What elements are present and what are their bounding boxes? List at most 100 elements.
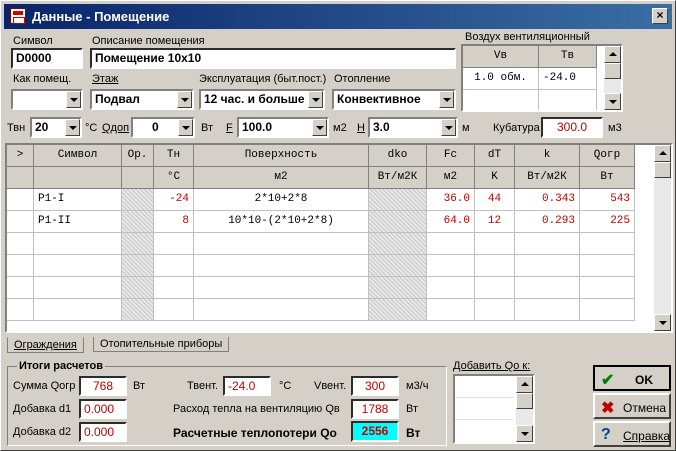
- table-cell[interactable]: [580, 277, 635, 299]
- table-cell[interactable]: [154, 233, 194, 255]
- chevron-down-icon[interactable]: [177, 91, 192, 108]
- tvn-select[interactable]: 20: [30, 117, 82, 138]
- table-cell[interactable]: [7, 211, 34, 233]
- column-header[interactable]: dko: [369, 145, 427, 167]
- table-cell[interactable]: [34, 233, 122, 255]
- scroll-up-icon[interactable]: [516, 376, 533, 393]
- symbol-input[interactable]: D0000: [11, 48, 83, 69]
- table-cell[interactable]: 0.293: [515, 211, 580, 233]
- table-cell[interactable]: [7, 189, 34, 211]
- table-cell[interactable]: [154, 299, 194, 321]
- list-item[interactable]: [455, 398, 513, 420]
- table-cell[interactable]: [154, 255, 194, 277]
- table-cell[interactable]: [7, 233, 34, 255]
- table-cell[interactable]: [34, 299, 122, 321]
- scroll-thumb[interactable]: [516, 393, 533, 409]
- tv-cell[interactable]: -24.0: [539, 68, 597, 90]
- d1-input[interactable]: 0.000: [79, 399, 127, 419]
- scroll-up-icon[interactable]: [604, 46, 621, 63]
- table-cell[interactable]: [34, 277, 122, 299]
- table-cell[interactable]: [7, 277, 34, 299]
- column-header[interactable]: Поверхность: [194, 145, 369, 167]
- table-cell[interactable]: P1-II: [34, 211, 122, 233]
- ventilation-scrollbar[interactable]: [604, 46, 621, 110]
- scroll-up-icon[interactable]: [654, 145, 671, 162]
- table-cell[interactable]: [515, 233, 580, 255]
- ok-button[interactable]: ✔ OK: [593, 365, 671, 391]
- tab-heating-devices[interactable]: Отопительные приборы: [93, 337, 230, 352]
- table-cell[interactable]: [475, 255, 515, 277]
- scroll-thumb[interactable]: [654, 162, 671, 178]
- h-select[interactable]: 3.0: [368, 117, 458, 138]
- table-cell[interactable]: 12: [475, 211, 515, 233]
- table-cell[interactable]: [194, 233, 369, 255]
- column-header[interactable]: Тн: [154, 145, 194, 167]
- chevron-down-icon[interactable]: [308, 91, 323, 108]
- column-header[interactable]: dT: [475, 145, 515, 167]
- f-select[interactable]: 100.0: [237, 117, 329, 138]
- table-cell[interactable]: [34, 255, 122, 277]
- d2-input[interactable]: 0.000: [79, 422, 127, 442]
- table-cell[interactable]: 543: [580, 189, 635, 211]
- description-input[interactable]: Помещение 10х10: [90, 48, 456, 69]
- column-header[interactable]: >: [7, 145, 34, 167]
- chevron-down-icon[interactable]: [312, 119, 327, 136]
- chevron-down-icon[interactable]: [439, 91, 454, 108]
- column-header[interactable]: k: [515, 145, 580, 167]
- column-header[interactable]: Qогр: [580, 145, 635, 167]
- close-button[interactable]: ×: [652, 8, 668, 24]
- table-cell[interactable]: -24: [154, 189, 194, 211]
- table-cell[interactable]: [427, 255, 475, 277]
- table-cell[interactable]: [515, 299, 580, 321]
- table-cell[interactable]: [427, 277, 475, 299]
- table-cell[interactable]: 64.0: [427, 211, 475, 233]
- chevron-down-icon[interactable]: [65, 119, 80, 136]
- table-cell[interactable]: 36.0: [427, 189, 475, 211]
- table-cell[interactable]: [580, 255, 635, 277]
- add-q-list[interactable]: [453, 374, 535, 444]
- cancel-button[interactable]: ✖ Отмена: [593, 393, 671, 419]
- help-button[interactable]: ? Справка: [593, 421, 671, 447]
- chevron-down-icon[interactable]: [178, 119, 193, 136]
- table-cell[interactable]: [427, 299, 475, 321]
- title-bar[interactable]: Данные - Помещение ×: [4, 4, 672, 29]
- vv-empty-cell[interactable]: [463, 90, 539, 110]
- column-header[interactable]: Символ: [34, 145, 122, 167]
- table-cell[interactable]: 0.343: [515, 189, 580, 211]
- room-type-select[interactable]: [11, 89, 83, 110]
- table-cell[interactable]: [194, 255, 369, 277]
- volume-input[interactable]: 300.0: [541, 117, 603, 138]
- exploitation-select[interactable]: 12 час. и больше: [199, 89, 325, 110]
- scroll-down-icon[interactable]: [604, 93, 621, 110]
- floor-select[interactable]: Подвал: [90, 89, 194, 110]
- table-cell[interactable]: [427, 233, 475, 255]
- scroll-thumb[interactable]: [604, 63, 621, 79]
- scroll-down-icon[interactable]: [516, 425, 533, 442]
- table-cell[interactable]: [475, 233, 515, 255]
- table-cell[interactable]: [580, 233, 635, 255]
- table-cell[interactable]: P1-I: [34, 189, 122, 211]
- table-cell[interactable]: [515, 255, 580, 277]
- qdop-select[interactable]: 0: [131, 117, 195, 138]
- vv-cell[interactable]: 1.0 обм.: [463, 68, 539, 90]
- table-cell[interactable]: [475, 277, 515, 299]
- chevron-down-icon[interactable]: [441, 119, 456, 136]
- tab-enclosures[interactable]: Ограждения: [7, 337, 84, 353]
- tv-empty-cell[interactable]: [539, 90, 597, 110]
- scroll-down-icon[interactable]: [654, 314, 671, 331]
- table-cell[interactable]: [7, 255, 34, 277]
- heating-select[interactable]: Конвективное: [332, 89, 456, 110]
- table-cell[interactable]: [194, 277, 369, 299]
- table-cell[interactable]: [7, 299, 34, 321]
- table-cell[interactable]: [580, 299, 635, 321]
- list-item[interactable]: [455, 376, 513, 398]
- table-cell[interactable]: [194, 299, 369, 321]
- table-cell[interactable]: [515, 277, 580, 299]
- table-cell[interactable]: 2*10+2*8: [194, 189, 369, 211]
- table-cell[interactable]: 10*10-(2*10+2*8): [194, 211, 369, 233]
- table-cell[interactable]: 225: [580, 211, 635, 233]
- table-scrollbar[interactable]: [654, 145, 671, 331]
- table-cell[interactable]: [475, 299, 515, 321]
- table-cell[interactable]: 44: [475, 189, 515, 211]
- table-cell[interactable]: [154, 277, 194, 299]
